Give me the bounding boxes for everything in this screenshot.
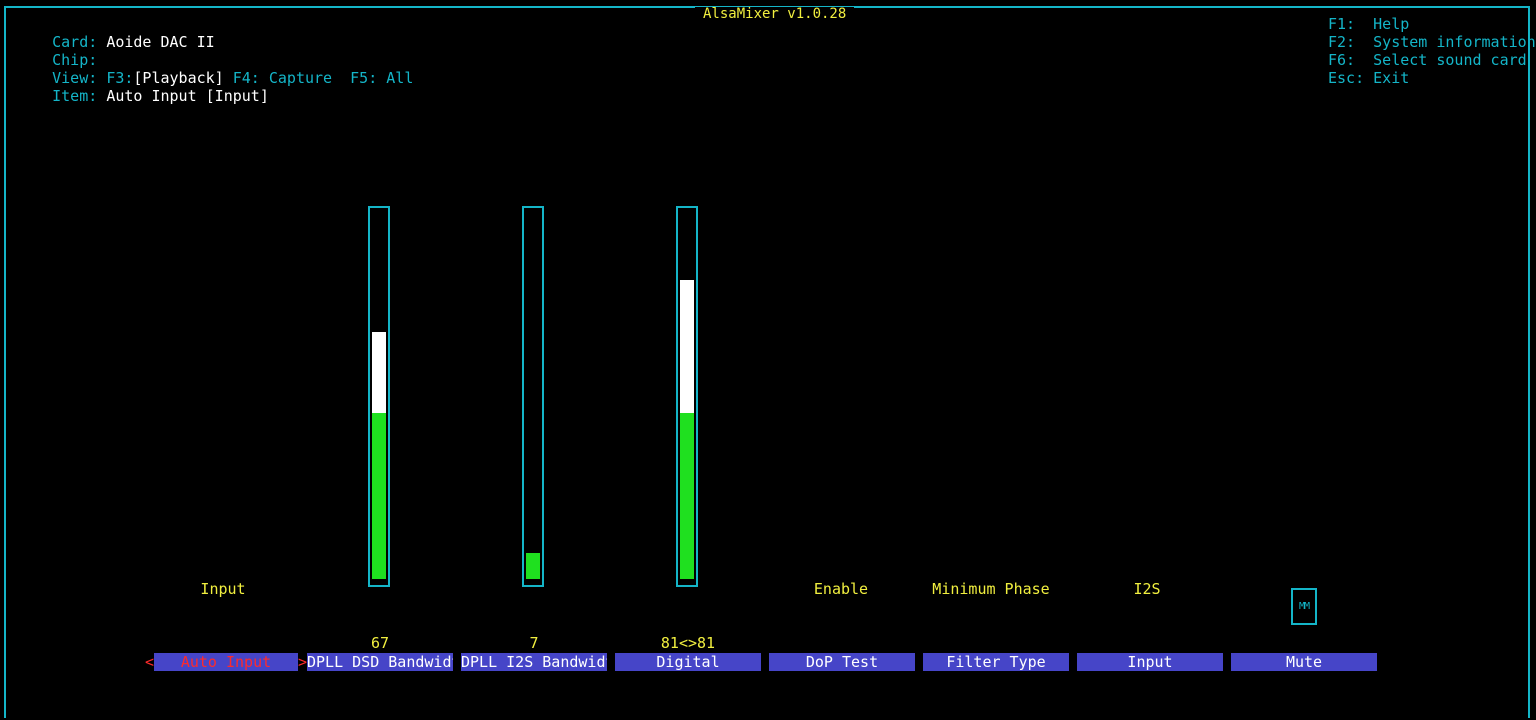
alsamixer-screen: AlsaMixer v1.0.28 Card: Aoide DAC II Chi… (0, 0, 1536, 720)
slider-dpll-dsd-bandwidth[interactable] (368, 206, 390, 587)
channel-dpll-dsd-bandwidth[interactable]: DPLL DSD Bandwidth (307, 653, 453, 671)
level-right-fill (372, 331, 386, 413)
item-value: Auto Input [Input] (106, 87, 269, 105)
channel-auto-input[interactable]: Auto Input (154, 653, 298, 671)
key-select-card[interactable]: F6: Select sound card (1328, 51, 1527, 69)
level-fill (680, 412, 694, 579)
slider-dpll-i2s-bandwidth[interactable] (522, 206, 544, 587)
level-right-fill (680, 280, 694, 413)
slider-digital[interactable] (676, 206, 698, 587)
channel-mute[interactable]: Mute (1231, 653, 1377, 671)
filter-type-state: Minimum Phase (932, 580, 1050, 598)
dpll-dsd-value: 67 (370, 634, 390, 652)
selection-marker-left: < (145, 653, 155, 671)
key-system-info[interactable]: F2: System information (1328, 33, 1536, 51)
input-state: I2S (1133, 580, 1161, 598)
view-all[interactable]: F5: All (350, 69, 413, 87)
item-label: Item: (52, 87, 98, 105)
channel-input[interactable]: Input (1077, 653, 1223, 671)
auto-input-state: Input (200, 580, 246, 598)
selection-marker-right: > (298, 653, 308, 671)
dpll-i2s-value: 7 (529, 634, 539, 652)
key-exit[interactable]: Esc: Exit (1328, 69, 1409, 87)
card-name: Aoide DAC II (106, 33, 215, 51)
dop-test-state: Enable (813, 580, 869, 598)
channel-dpll-i2s-bandwidth[interactable]: DPLL I2S Bandwidth (461, 653, 607, 671)
channel-filter-type[interactable]: Filter Type (923, 653, 1069, 671)
key-help[interactable]: F1: Help (1328, 15, 1409, 33)
mute-switch[interactable]: MM (1291, 588, 1317, 625)
level-fill (526, 553, 540, 579)
level-fill (372, 412, 386, 579)
digital-value: 81<>81 (660, 634, 716, 652)
app-title: AlsaMixer v1.0.28 (695, 7, 855, 21)
channel-dop-test[interactable]: DoP Test (769, 653, 915, 671)
item-row: Item: Auto Input [Input] (16, 69, 269, 123)
channel-digital[interactable]: Digital (615, 653, 761, 671)
